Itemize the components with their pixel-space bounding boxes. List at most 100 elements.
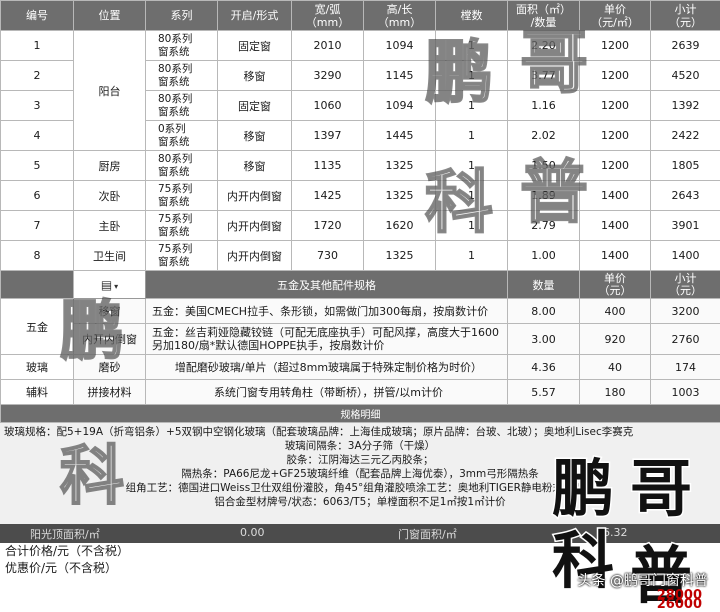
hardware-price-cell[interactable]: 180 <box>580 380 651 405</box>
quantity-cell[interactable]: 1 <box>436 151 508 181</box>
series-cell[interactable]: 75系列 窗系统 <box>146 211 218 241</box>
height-cell[interactable]: 1325 <box>364 151 436 181</box>
col-header-type[interactable]: 开启/形式 <box>218 1 292 31</box>
height-cell[interactable]: 1620 <box>364 211 436 241</box>
row-number-cell[interactable]: 2 <box>1 61 74 91</box>
quantity-cell[interactable]: 1 <box>436 181 508 211</box>
hardware-desc-cell[interactable]: 五金：丝吉莉娅隐藏铰链（可配无底座执手）可配风撑，高度大于1600另加180/扇… <box>146 324 508 355</box>
row-number-cell[interactable]: 8 <box>1 241 74 271</box>
series-cell[interactable]: 80系列 窗系统 <box>146 61 218 91</box>
row-number-cell[interactable]: 6 <box>1 181 74 211</box>
series-cell[interactable]: 75系列 窗系统 <box>146 181 218 211</box>
hardware-subtotal-cell[interactable]: 174 <box>651 355 720 380</box>
height-cell[interactable]: 1094 <box>364 31 436 61</box>
hardware-qty-cell[interactable]: 3.00 <box>508 324 580 355</box>
hardware-item-cell[interactable]: 移窗 <box>74 299 146 324</box>
subtotal-cell[interactable]: 3901 <box>651 211 720 241</box>
open-type-cell[interactable]: 内开内倒窗 <box>218 211 292 241</box>
subtotal-cell[interactable]: 1400 <box>651 241 720 271</box>
subtotal-cell[interactable]: 4520 <box>651 61 720 91</box>
width-cell[interactable]: 2010 <box>292 31 364 61</box>
width-cell[interactable]: 1397 <box>292 121 364 151</box>
hardware-qty-cell[interactable]: 5.57 <box>508 380 580 405</box>
subtotal-cell[interactable]: 2422 <box>651 121 720 151</box>
col-header-width[interactable]: 宽/弧 （mm） <box>292 1 364 31</box>
col-header-location[interactable]: 位置 <box>74 1 146 31</box>
area-cell[interactable]: 2.79 <box>508 211 580 241</box>
area-cell[interactable]: 2.02 <box>508 121 580 151</box>
series-cell[interactable]: 80系列 窗系统 <box>146 91 218 121</box>
hardware-group-cell[interactable]: 五金 <box>1 299 74 355</box>
open-type-cell[interactable]: 内开内倒窗 <box>218 241 292 271</box>
area-cell[interactable]: 1.50 <box>508 151 580 181</box>
subtotal-cell[interactable]: 2643 <box>651 181 720 211</box>
area-cell[interactable]: 1.16 <box>508 91 580 121</box>
quantity-cell[interactable]: 1 <box>436 241 508 271</box>
hardware-header-title[interactable]: 五金及其他配件规格 <box>146 271 508 299</box>
open-type-cell[interactable]: 固定窗 <box>218 31 292 61</box>
hardware-desc-cell[interactable]: 系统门窗专用转角柱（带断桥），拼管/以m计价 <box>146 380 508 405</box>
unit-price-cell[interactable]: 1200 <box>580 151 651 181</box>
row-number-cell[interactable]: 7 <box>1 211 74 241</box>
open-type-cell[interactable]: 移窗 <box>218 151 292 181</box>
quantity-cell[interactable]: 1 <box>436 31 508 61</box>
col-header-qty[interactable]: 樘数 <box>436 1 508 31</box>
width-cell[interactable]: 1425 <box>292 181 364 211</box>
hardware-header-qty[interactable]: 数量 <box>508 271 580 299</box>
col-header-no[interactable]: 编号 <box>1 1 74 31</box>
row-number-cell[interactable]: 5 <box>1 151 74 181</box>
subtotal-cell[interactable]: 2639 <box>651 31 720 61</box>
location-cell[interactable]: 次卧 <box>74 181 146 211</box>
area-cell[interactable]: 3.77 <box>508 61 580 91</box>
unit-price-cell[interactable]: 1200 <box>580 31 651 61</box>
hardware-group-cell[interactable]: 辅料 <box>1 380 74 405</box>
hardware-desc-cell[interactable]: 增配磨砂玻璃/单片（超过8mm玻璃属于特殊定制价格为时价） <box>146 355 508 380</box>
open-type-cell[interactable]: 固定窗 <box>218 91 292 121</box>
row-number-cell[interactable]: 3 <box>1 91 74 121</box>
skylight-area-label[interactable]: 阳光顶面积/㎡ <box>30 526 100 542</box>
quantity-cell[interactable]: 1 <box>436 61 508 91</box>
unit-price-cell[interactable]: 1400 <box>580 241 651 271</box>
quantity-cell[interactable]: 1 <box>436 121 508 151</box>
hardware-item-cell[interactable]: 拼接材料 <box>74 380 146 405</box>
quantity-cell[interactable]: 1 <box>436 211 508 241</box>
location-cell[interactable]: 主卧 <box>74 211 146 241</box>
hardware-price-cell[interactable]: 40 <box>580 355 651 380</box>
hardware-qty-cell[interactable]: 4.36 <box>508 355 580 380</box>
area-cell[interactable]: 1.00 <box>508 241 580 271</box>
paste-options-button[interactable]: ▤▾ <box>74 271 146 299</box>
hardware-price-cell[interactable]: 920 <box>580 324 651 355</box>
row-number-cell[interactable]: 1 <box>1 31 74 61</box>
width-cell[interactable]: 730 <box>292 241 364 271</box>
width-cell[interactable]: 1060 <box>292 91 364 121</box>
unit-price-cell[interactable]: 1400 <box>580 211 651 241</box>
area-cell[interactable]: 2.20 <box>508 31 580 61</box>
quantity-cell[interactable]: 1 <box>436 91 508 121</box>
hardware-price-cell[interactable]: 400 <box>580 299 651 324</box>
unit-price-cell[interactable]: 1200 <box>580 91 651 121</box>
series-cell[interactable]: 80系列 窗系统 <box>146 31 218 61</box>
hardware-subtotal-cell[interactable]: 2760 <box>651 324 720 355</box>
unit-price-cell[interactable]: 1200 <box>580 121 651 151</box>
hardware-item-cell[interactable]: 磨砂 <box>74 355 146 380</box>
hardware-group-cell[interactable]: 玻璃 <box>1 355 74 380</box>
height-cell[interactable]: 1094 <box>364 91 436 121</box>
col-header-height[interactable]: 高/长 （mm） <box>364 1 436 31</box>
hardware-item-cell[interactable]: 内开内倒窗 <box>74 324 146 355</box>
open-type-cell[interactable]: 内开内倒窗 <box>218 181 292 211</box>
width-cell[interactable]: 3290 <box>292 61 364 91</box>
hardware-desc-cell[interactable]: 五金：美国CMECH拉手、条形锁，如需做门加300每扇，按扇数计价 <box>146 299 508 324</box>
subtotal-cell[interactable]: 1392 <box>651 91 720 121</box>
area-cell[interactable]: 1.89 <box>508 181 580 211</box>
col-header-series[interactable]: 系列 <box>146 1 218 31</box>
height-cell[interactable]: 1325 <box>364 241 436 271</box>
window-area-label[interactable]: 门窗面积/㎡ <box>398 526 457 542</box>
location-cell[interactable]: 卫生间 <box>74 241 146 271</box>
spec-title[interactable]: 规格明细 <box>1 405 720 423</box>
open-type-cell[interactable]: 移窗 <box>218 121 292 151</box>
height-cell[interactable]: 1325 <box>364 181 436 211</box>
discount-price-value[interactable]: 26000 <box>657 597 702 612</box>
unit-price-cell[interactable]: 1400 <box>580 181 651 211</box>
row-number-cell[interactable]: 4 <box>1 121 74 151</box>
height-cell[interactable]: 1145 <box>364 61 436 91</box>
